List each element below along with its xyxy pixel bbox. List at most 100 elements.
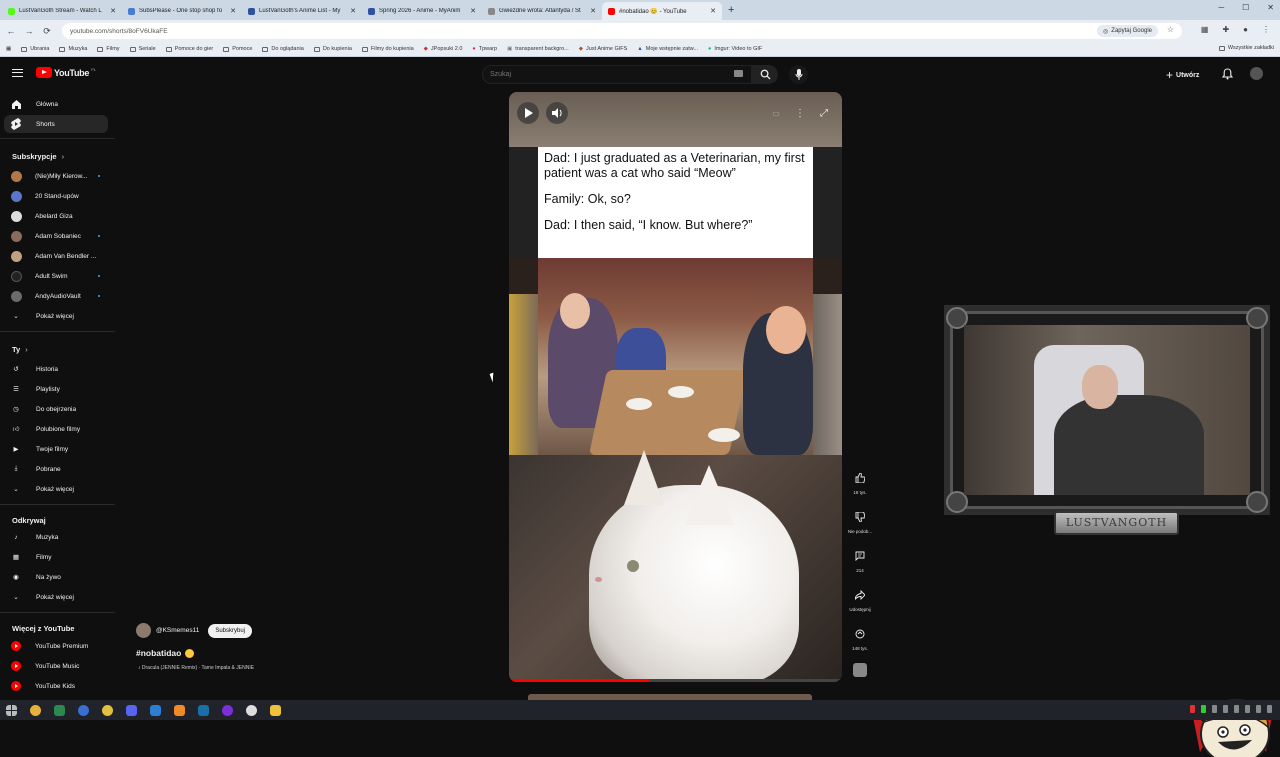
chrome-icon[interactable]	[30, 704, 41, 716]
bookmark-folder[interactable]: Pomoce do gier	[165, 46, 213, 52]
sidebar-item-shorts[interactable]: Shorts	[4, 115, 108, 133]
sidebar-item-subscription[interactable]: Adam Van Bendler ...	[4, 247, 108, 265]
show-more-you[interactable]: ⌄ Pokaż więcej	[4, 480, 108, 498]
sidebar-item-downloads[interactable]: ⤓ Pobrane	[4, 460, 108, 478]
search-button[interactable]	[752, 65, 778, 84]
keyboard-icon[interactable]	[734, 70, 743, 77]
music-credit[interactable]: ♪ Dracula (JENNIE Remix) · Tame Impala &…	[138, 665, 254, 671]
hamburger-menu-icon[interactable]	[12, 69, 23, 77]
tray-icon[interactable]	[1234, 705, 1239, 713]
sidebar-item-premium[interactable]: YouTube Premium	[4, 637, 108, 655]
subscriptions-header[interactable]: Subskrypcje ›	[12, 152, 64, 161]
bookmark-link[interactable]: ● Tpwarp	[472, 46, 497, 52]
back-icon[interactable]: ←	[2, 26, 20, 36]
voice-search-button[interactable]	[789, 65, 808, 84]
browser-tab-active[interactable]: #nobatidao 😊 - YouTube ✕	[602, 2, 722, 20]
channel-avatar[interactable]	[136, 623, 151, 638]
bookmark-link[interactable]: ◆ Just Anime GIFS	[579, 46, 628, 52]
sidebar-item-subscription[interactable]: Adam Sobaniec	[4, 227, 108, 245]
channel-name[interactable]: @KSmemes11	[156, 627, 199, 634]
sidebar-item-subscription[interactable]: 20 Stand-upów	[4, 187, 108, 205]
browser-tab[interactable]: LustVanGoth's Anime List - My ✕	[242, 2, 362, 20]
shorts-player[interactable]: ▭ ⋮ ⤢ Dad: I just graduated as a Veterin…	[509, 92, 842, 682]
sidebar-item-subscription[interactable]: Abelard Giza	[4, 207, 108, 225]
apps-icon[interactable]: ▦	[6, 46, 11, 52]
show-more-subscriptions[interactable]: ⌄ Pokaż więcej	[4, 307, 108, 325]
close-icon[interactable]: ✕	[350, 7, 356, 15]
sidebar-item-watch-later[interactable]: ◷ Do obejrzenia	[4, 400, 108, 418]
close-icon[interactable]: ✕	[710, 7, 716, 15]
maximize-icon[interactable]: ☐	[1242, 3, 1249, 12]
browser-tab[interactable]: Spring 2026 - Anime - MyAnim ✕	[362, 2, 482, 20]
discord-icon[interactable]	[126, 704, 137, 716]
bookmark-folder[interactable]: Ubrania	[21, 46, 49, 52]
profile-icon[interactable]: ●	[1243, 25, 1248, 34]
video-progress-bar[interactable]	[509, 679, 842, 682]
play-button[interactable]	[517, 102, 539, 124]
close-icon[interactable]: ✕	[230, 7, 236, 15]
bookmark-folder[interactable]: Do kupienia	[313, 46, 352, 52]
sidebar-item-kids[interactable]: YouTube Kids	[4, 677, 108, 695]
more-options-button[interactable]: ⋮	[789, 102, 811, 124]
sidebar-item-subscription[interactable]: Adult Swim	[4, 267, 108, 285]
app-icon[interactable]	[102, 704, 113, 716]
sidebar-item-live[interactable]: ◉ Na żywo	[4, 568, 108, 586]
window-close-icon[interactable]: ✕	[1267, 3, 1274, 12]
tray-icon[interactable]	[1190, 705, 1195, 713]
browser-tab[interactable]: LustVanGoth Stream - Watch L ✕	[2, 2, 122, 20]
captions-button[interactable]: ▭	[765, 102, 787, 124]
app-icon[interactable]	[222, 704, 233, 716]
sidebar-item-music-app[interactable]: YouTube Music	[4, 657, 108, 675]
bookmark-star-icon[interactable]: ☆	[1167, 25, 1174, 34]
bookmark-folder[interactable]: Pomoce	[223, 46, 252, 52]
url-field[interactable]: youtube.com/shorts/8oFV6UkaFE ◎ Zapytaj G…	[62, 23, 1182, 39]
browser-tab[interactable]: Gwiezdne wrota: Atlantyda / St ✕	[482, 2, 602, 20]
volume-icon[interactable]	[1256, 705, 1261, 713]
windows-start-icon[interactable]	[6, 704, 17, 716]
bookmark-folder[interactable]: Seriale	[129, 46, 156, 52]
close-icon[interactable]: ✕	[110, 7, 116, 15]
vlc-icon[interactable]	[174, 704, 185, 716]
obs-icon[interactable]	[246, 704, 257, 716]
sound-button[interactable]	[845, 663, 875, 680]
account-avatar[interactable]	[1250, 67, 1263, 80]
you-header[interactable]: Ty ›	[12, 345, 28, 354]
bookmark-link[interactable]: ▣ transparent backgro...	[507, 46, 569, 52]
sidebar-item-movies[interactable]: ▦ Filmy	[4, 548, 108, 566]
remix-button[interactable]: 148 tys.	[845, 625, 875, 651]
steam-icon[interactable]	[198, 704, 209, 716]
bookmark-folder[interactable]: Do oglądania	[262, 46, 304, 52]
minimize-icon[interactable]: ─	[1218, 3, 1224, 12]
new-tab-button[interactable]: +	[728, 4, 734, 16]
all-bookmarks-folder[interactable]: Wszystkie zakładki	[1218, 45, 1274, 51]
sidebar-item-music[interactable]: ♪ Muzyka	[4, 528, 108, 546]
show-more-explore[interactable]: ⌄ Pokaż więcej	[4, 588, 108, 606]
browser-icon[interactable]	[78, 704, 89, 716]
app-icon[interactable]	[150, 704, 161, 716]
tray-icon[interactable]	[1223, 705, 1228, 713]
extensions-puzzle-icon[interactable]: ✚	[1222, 25, 1229, 34]
notifications-button[interactable]	[1221, 67, 1234, 85]
create-button[interactable]: + Utwórz	[1166, 68, 1199, 82]
reload-icon[interactable]: ⟳	[38, 26, 56, 37]
google-lens-button[interactable]: ◎ Zapytaj Google	[1097, 25, 1158, 37]
bookmark-folder[interactable]: Filmy do kupienia	[361, 46, 414, 52]
video-title[interactable]: #nobatidao	[136, 648, 181, 658]
comments-button[interactable]: 214	[845, 547, 875, 573]
sidebar-item-subscription[interactable]: (Nie)Miły Kierow...	[4, 167, 108, 185]
sidebar-item-subscription[interactable]: AndyAudioVault	[4, 287, 108, 305]
close-icon[interactable]: ✕	[590, 7, 596, 15]
dislike-button[interactable]: Nie podob...	[845, 508, 875, 534]
sidebar-item-your-videos[interactable]: ▶ Twoje filmy	[4, 440, 108, 458]
forward-icon[interactable]: →	[20, 26, 38, 36]
tray-icon[interactable]	[1201, 705, 1206, 713]
bookmark-folder[interactable]: Filmy	[97, 46, 120, 52]
volume-button[interactable]	[546, 102, 568, 124]
sidebar-item-history[interactable]: ↺ Historia	[4, 360, 108, 378]
sidebar-item-home[interactable]: Główna	[4, 95, 108, 113]
search-input[interactable]: Szukaj	[482, 65, 752, 84]
network-icon[interactable]	[1245, 705, 1250, 713]
tray-icon[interactable]	[1212, 705, 1217, 713]
bookmark-folder[interactable]: Muzyka	[59, 46, 87, 52]
sidebar-item-liked[interactable]: 👍︎ Polubione filmy	[4, 420, 108, 438]
